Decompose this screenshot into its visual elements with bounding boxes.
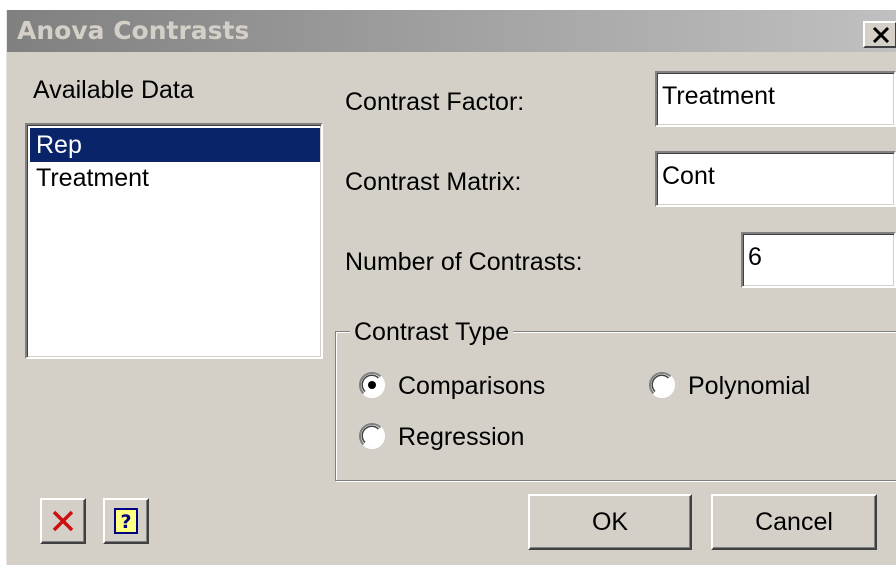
- svg-text:?: ?: [120, 511, 131, 533]
- radio-regression[interactable]: [359, 423, 385, 449]
- number-of-contrasts-label: Number of Contrasts:: [345, 248, 583, 276]
- radio-regression-label[interactable]: Regression: [398, 423, 524, 452]
- contrast-factor-field[interactable]: Treatment: [655, 71, 896, 127]
- close-icon: [872, 27, 890, 43]
- number-of-contrasts-field[interactable]: 6: [741, 232, 896, 288]
- number-of-contrasts-value: 6: [748, 243, 762, 271]
- contrast-factor-value: Treatment: [662, 82, 776, 110]
- contrast-matrix-label: Contrast Matrix:: [345, 168, 522, 196]
- available-data-label: Available Data: [33, 76, 194, 104]
- contrast-factor-label: Contrast Factor:: [345, 88, 525, 116]
- contrast-matrix-field[interactable]: Cont: [655, 151, 896, 207]
- red-x-icon: [52, 510, 74, 532]
- clear-button[interactable]: [40, 498, 86, 544]
- contrast-type-legend: Contrast Type: [350, 318, 514, 347]
- help-button[interactable]: ?: [103, 498, 149, 544]
- available-data-list[interactable]: Rep Treatment: [25, 123, 323, 359]
- list-item-rep[interactable]: Rep: [30, 128, 320, 162]
- radio-polynomial[interactable]: [649, 372, 675, 398]
- title-bar[interactable]: Anova Contrasts: [7, 10, 896, 52]
- help-question-icon: ?: [114, 508, 138, 534]
- window-title: Anova Contrasts: [17, 16, 250, 45]
- contrast-type-group: Contrast Type Comparisons Polynomial Reg…: [335, 318, 896, 481]
- ok-button[interactable]: OK: [528, 494, 692, 550]
- contrast-matrix-value: Cont: [662, 162, 715, 190]
- list-item-treatment[interactable]: Treatment: [30, 161, 320, 195]
- radio-comparisons-label[interactable]: Comparisons: [398, 372, 545, 401]
- radio-polynomial-label[interactable]: Polynomial: [688, 372, 810, 401]
- close-button[interactable]: [863, 21, 896, 48]
- cancel-button[interactable]: Cancel: [711, 494, 877, 550]
- radio-comparisons[interactable]: [359, 372, 385, 398]
- anova-contrasts-dialog: Anova Contrasts Available Data Rep Treat…: [6, 10, 896, 565]
